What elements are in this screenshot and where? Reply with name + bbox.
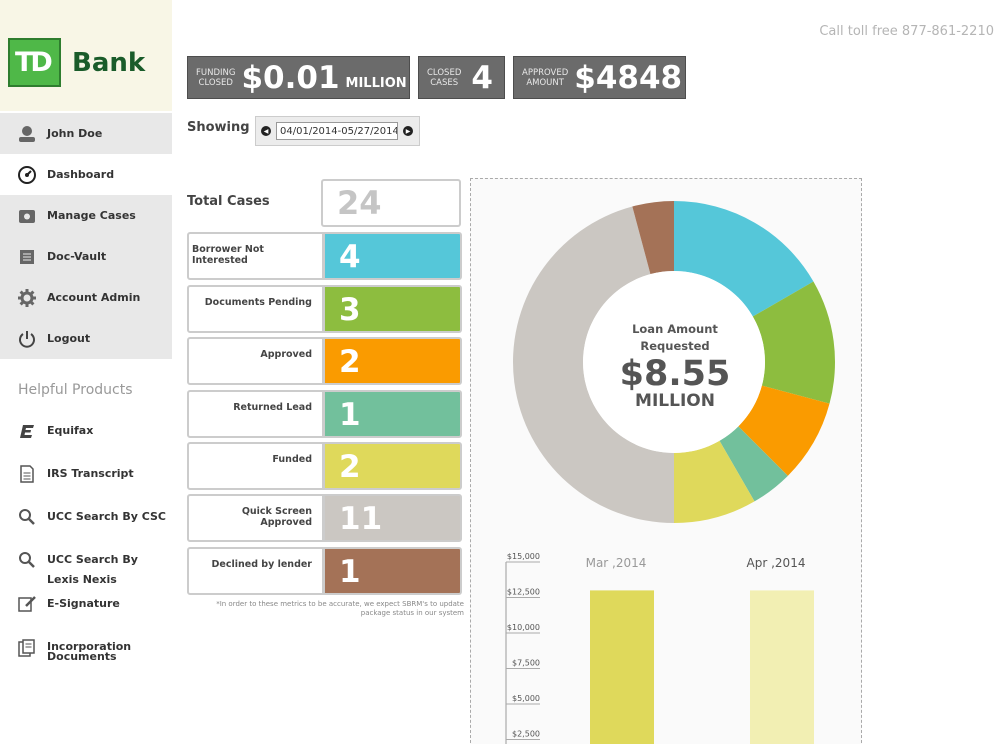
case-row-declined-by-lender[interactable]: Declined by lender 1	[187, 547, 462, 595]
case-label: Quick Screen Approved	[187, 494, 324, 542]
user-name: John Doe	[47, 127, 103, 140]
equifax-icon	[17, 421, 37, 441]
showing-label: Showing	[187, 120, 250, 135]
page-icon	[17, 464, 37, 484]
stat-unit: MILLION	[345, 76, 407, 91]
stat-small-label: FUNDING CLOSED	[196, 67, 236, 88]
case-label: Approved	[187, 337, 324, 385]
product-label: Incorporation Documents	[47, 640, 132, 663]
loan-amount-label: Loan Amount Requested	[632, 322, 718, 353]
product-equifax[interactable]: Equifax	[0, 421, 172, 441]
stat-funding-closed: FUNDING CLOSED $0.01 MILLION	[187, 56, 410, 99]
user-icon	[17, 124, 37, 144]
y-tick-label: $7,500	[512, 659, 540, 668]
product-label: UCC Search By CSC	[47, 510, 166, 523]
product-label: UCC Search By Lexis Nexis	[47, 553, 138, 586]
footnote: *In order to these metrics to be accurat…	[216, 600, 464, 617]
search-icon	[17, 550, 37, 570]
loan-amount-unit: MILLION	[635, 391, 715, 411]
y-tick-label: $5,000	[512, 694, 540, 703]
logo-mark: TD	[15, 47, 53, 78]
case-row-approved[interactable]: Approved 2	[187, 337, 462, 385]
case-value: 4	[323, 232, 462, 280]
dashboard-icon	[17, 165, 37, 185]
chart-panel: Loan Amount Requested $8.55 MILLION $15,…	[470, 178, 862, 744]
sidebar-item-label: Dashboard	[47, 168, 115, 181]
stat-closed-cases: CLOSED CASES 4	[418, 56, 505, 99]
case-label: Documents Pending	[187, 285, 324, 333]
case-value: 2	[323, 337, 462, 385]
stat-value: $4848	[574, 59, 683, 96]
toll-free-number: Call toll free 877-861-2210	[819, 24, 994, 39]
y-tick-label: $2,500	[512, 730, 540, 739]
stat-value: $0.01	[241, 59, 340, 96]
product-ucc-search-lexis[interactable]: UCC Search By Lexis Nexis	[0, 550, 172, 590]
gear-icon	[17, 288, 37, 308]
sidebar-item-doc-vault[interactable]: Doc-Vault	[0, 236, 172, 277]
case-label: Declined by lender	[187, 547, 324, 595]
product-ucc-search-csc[interactable]: UCC Search By CSC	[0, 507, 172, 527]
sidebar-item-label: Manage Cases	[47, 209, 136, 222]
product-label: IRS Transcript	[47, 467, 134, 480]
case-value: 2	[323, 442, 462, 490]
case-label: Funded	[187, 442, 324, 490]
sidebar-item-label: Doc-Vault	[47, 250, 107, 263]
document-icon	[17, 247, 37, 267]
total-cases-label: Total Cases	[187, 194, 270, 209]
prev-arrow-icon[interactable]: ◀	[261, 126, 271, 136]
helpful-products-title: Helpful Products	[18, 382, 133, 398]
case-value: 1	[323, 547, 462, 595]
sidebar-item-dashboard[interactable]: Dashboard	[0, 154, 172, 195]
sidebar-item-logout[interactable]: Logout	[0, 318, 172, 359]
sidebar-item-manage-cases[interactable]: Manage Cases	[0, 195, 172, 236]
logo-area: TD Bank	[0, 0, 172, 111]
sidebar-item-label: Logout	[47, 332, 91, 345]
stat-value: 4	[471, 59, 493, 96]
product-incorporation-documents[interactable]: Incorporation Documents	[0, 638, 172, 662]
bar-category-label: Apr ,2014	[747, 556, 806, 570]
sidebar: TD Bank John Doe Dashboard Manage Cases …	[0, 0, 172, 744]
total-cases-value: 24	[321, 179, 461, 227]
loan-amount-value: $8.55	[619, 354, 731, 394]
next-arrow-icon[interactable]: ▶	[403, 126, 413, 136]
case-row-funded[interactable]: Funded 2	[187, 442, 462, 490]
case-label: Returned Lead	[187, 390, 324, 438]
bar-chart: $15,000 $12,500 $10,000 $7,500 $5,000 $2,500 M…	[505, 552, 814, 744]
product-label: Equifax	[47, 424, 94, 437]
case-row-documents-pending[interactable]: Documents Pending 3	[187, 285, 462, 333]
product-label: E-Signature	[47, 597, 120, 610]
case-row-returned-lead[interactable]: Returned Lead 1	[187, 390, 462, 438]
user-profile[interactable]: John Doe	[0, 113, 172, 154]
sidebar-item-label: Account Admin	[47, 291, 141, 304]
case-value: 3	[323, 285, 462, 333]
case-row-borrower-not-interested[interactable]: Borrower Not Interested 4	[187, 232, 462, 280]
bar-apr-2014[interactable]	[750, 590, 814, 744]
search-icon	[17, 507, 37, 527]
td-logo-icon: TD	[8, 38, 61, 87]
documents-icon	[17, 638, 37, 658]
y-tick-label: $15,000	[507, 552, 540, 561]
date-range-input[interactable]	[276, 122, 398, 140]
bar-mar-2014[interactable]	[590, 590, 654, 744]
logo-word: Bank	[72, 48, 146, 78]
bar-category-label: Mar ,2014	[586, 556, 647, 570]
stat-small-label: CLOSED CASES	[427, 67, 462, 88]
product-e-signature[interactable]: E-Signature	[0, 594, 172, 614]
y-tick-label: $10,000	[507, 623, 540, 632]
product-irs-transcript[interactable]: IRS Transcript	[0, 464, 172, 484]
pen-icon	[17, 594, 37, 614]
case-row-quick-screen-approved[interactable]: Quick Screen Approved 11	[187, 494, 462, 542]
case-label: Borrower Not Interested	[187, 232, 324, 280]
case-value: 11	[323, 494, 462, 542]
y-tick-label: $12,500	[507, 588, 540, 597]
date-range-picker: ◀ ▶	[255, 116, 420, 146]
stat-approved-amount: APPROVED AMOUNT $4848	[513, 56, 686, 99]
folder-icon	[17, 206, 37, 226]
power-icon	[17, 329, 37, 349]
sidebar-item-account-admin[interactable]: Account Admin	[0, 277, 172, 318]
stat-small-label: APPROVED AMOUNT	[522, 67, 569, 88]
case-value: 1	[323, 390, 462, 438]
